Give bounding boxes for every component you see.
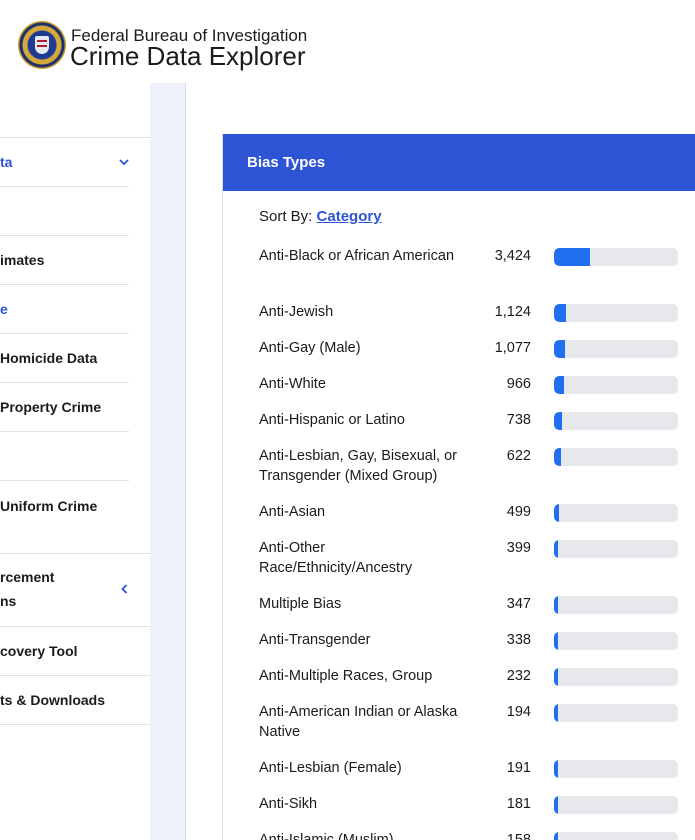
bias-bar-fill [554,668,558,686]
sidebar-item-discovery-tool[interactable]: covery Tool [0,627,150,676]
bias-bar-fill [554,760,558,778]
sidebar-item-label: Homicide Data [0,350,98,366]
bias-bar-fill [554,412,562,430]
bias-label: Anti-Hispanic or Latino [259,412,405,428]
sidebar-item-uniform-crime[interactable]: Uniform Crime [0,481,150,554]
chevron-down-icon [119,155,129,169]
bias-bar-fill [554,540,558,558]
bias-bar-fill [554,796,558,814]
bias-label: Anti-Multiple Races, Group [259,668,433,684]
bias-count: 3,424 [494,248,531,264]
sort-label: Sort By: [259,208,317,225]
bias-label: Anti-Other Race/Ethnicity/Ancestry [259,540,413,576]
bias-label: Anti-Jewish [259,304,334,320]
sidebar-item-blank-2[interactable] [0,432,129,481]
content-gutter [150,83,186,840]
bias-count: 738 [506,412,531,428]
bias-bar-fill [554,340,565,358]
sidebar-item-label: ta [0,154,13,170]
bias-bar-track [554,340,678,358]
bias-count: 347 [506,596,531,612]
bias-count: 622 [506,448,531,464]
bias-count: 158 [506,832,531,840]
bias-bar-track [554,540,678,558]
bias-bar-fill [554,504,559,522]
bias-label: Anti-Islamic (Muslim) [259,832,394,840]
fbi-seal-logo[interactable] [18,21,66,69]
sidebar-item-blank[interactable] [0,187,129,236]
bias-count: 399 [506,540,531,556]
bias-count: 338 [506,632,531,648]
sidebar-item-label: Property Crime [0,399,102,415]
bias-bar-track [554,760,678,778]
bias-bar-fill [554,376,564,394]
bias-bar-track [554,668,678,686]
bias-bar-track [554,596,678,614]
bias-label: Anti-White [259,376,326,392]
card-header: Bias Types [223,134,695,191]
bias-count: 194 [506,704,531,720]
bias-label: Anti-Lesbian (Female) [259,760,402,776]
bias-bar-fill [554,248,590,266]
bias-bar-track [554,796,678,814]
bias-count: 966 [506,376,531,392]
sidebar-item-label: covery Tool [0,643,78,659]
bias-bar-fill [554,448,561,466]
bias-bar-fill [554,304,566,322]
site-header: Federal Bureau of Investigation Crime Da… [0,0,695,83]
card-title: Bias Types [247,154,326,171]
bias-bar-fill [554,632,558,650]
sidebar-item-law-enforcement[interactable]: rcement ns [0,554,150,627]
sidebar-item-label: rcement [0,569,55,585]
bias-label: Multiple Bias [259,596,342,612]
bias-label: Anti-Lesbian, Gay, Bisexual, or Transgen… [259,448,457,484]
bias-label: Anti-Transgender [259,632,371,648]
bias-bar-track [554,504,678,522]
sort-category-link[interactable]: Category [317,208,382,225]
sidebar-item-hate-crime[interactable]: e [0,285,129,334]
sidebar-item-label: Uniform Crime [0,497,98,514]
bias-bar-track [554,832,678,840]
seal-stripe [37,45,47,47]
bias-bar-track [554,248,678,266]
sidebar-nav: ta imates e Homicide Data Property Crime… [0,83,150,840]
sidebar-item-label: e [0,301,8,317]
bias-label: Anti-Gay (Male) [259,340,361,356]
sidebar-item-label: ts & Downloads [0,692,106,708]
bias-label: Anti-American Indian or Alaska Native [259,704,458,740]
bias-count: 181 [506,796,531,812]
sidebar-item-documents-downloads[interactable]: ts & Downloads [0,676,150,725]
bias-label: Anti-Asian [259,504,326,520]
bias-bar-fill [554,704,558,722]
sidebar-item-homicide-data[interactable]: Homicide Data [0,334,129,383]
bias-bar-track [554,448,678,466]
bias-label: Anti-Black or African American [259,248,455,264]
bias-count: 499 [506,504,531,520]
bias-count: 1,077 [494,340,531,356]
sidebar-item-label: imates [0,252,45,268]
sidebar-item-label: ns [0,593,17,609]
bias-count: 1,124 [494,304,531,320]
bias-bar-track [554,704,678,722]
bias-bar-track [554,304,678,322]
sidebar-item-estimates[interactable]: imates [0,236,129,285]
seal-stripe [37,40,47,42]
bias-count: 191 [506,760,531,776]
bias-label: Anti-Sikh [259,796,318,812]
bias-bar-fill [554,832,558,840]
bias-bar-track [554,412,678,430]
app-title[interactable]: Crime Data Explorer [70,41,306,72]
sidebar-item-data[interactable]: ta [0,138,129,187]
bias-count: 232 [506,668,531,684]
page: Federal Bureau of Investigation Crime Da… [0,0,695,840]
bias-bar-fill [554,596,558,614]
sidebar-item-property-crime[interactable]: Property Crime [0,383,129,432]
sort-control: Sort By: Category [259,208,382,225]
bias-bar-track [554,632,678,650]
bias-bar-track [554,376,678,394]
bias-types-card: Bias Types Sort By: Category Anti-Black … [222,134,695,840]
chevron-left-icon [121,583,128,597]
